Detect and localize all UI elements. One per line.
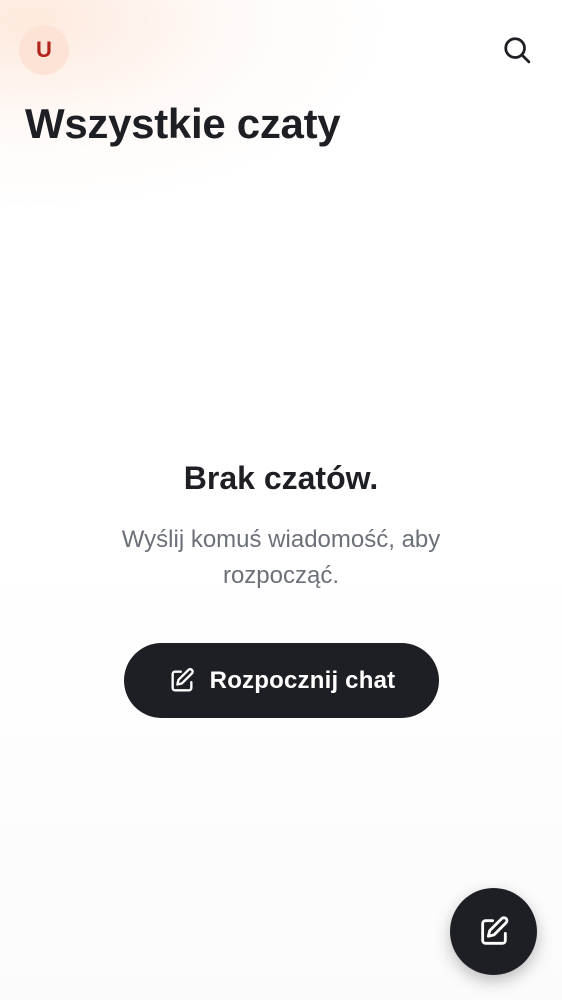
start-chat-button-label: Rozpocznij chat <box>209 666 396 694</box>
empty-state-title: Brak czatów. <box>183 460 379 496</box>
empty-state-description: Wyślij komuś wiadomość, aby rozpocząć. <box>121 526 441 589</box>
page-title: Wszystkie czaty <box>25 100 341 147</box>
search-icon <box>504 37 531 64</box>
user-avatar[interactable]: U <box>19 25 69 75</box>
empty-state: Brak czatów. Wyślij komuś wiadomość, aby… <box>0 456 562 594</box>
start-chat-button[interactable]: Rozpocznij chat <box>124 643 439 718</box>
search-button[interactable] <box>496 29 538 71</box>
edit-icon <box>171 667 194 691</box>
new-chat-fab[interactable] <box>450 888 537 975</box>
edit-icon <box>480 915 508 945</box>
avatar-initial: U <box>36 37 52 62</box>
